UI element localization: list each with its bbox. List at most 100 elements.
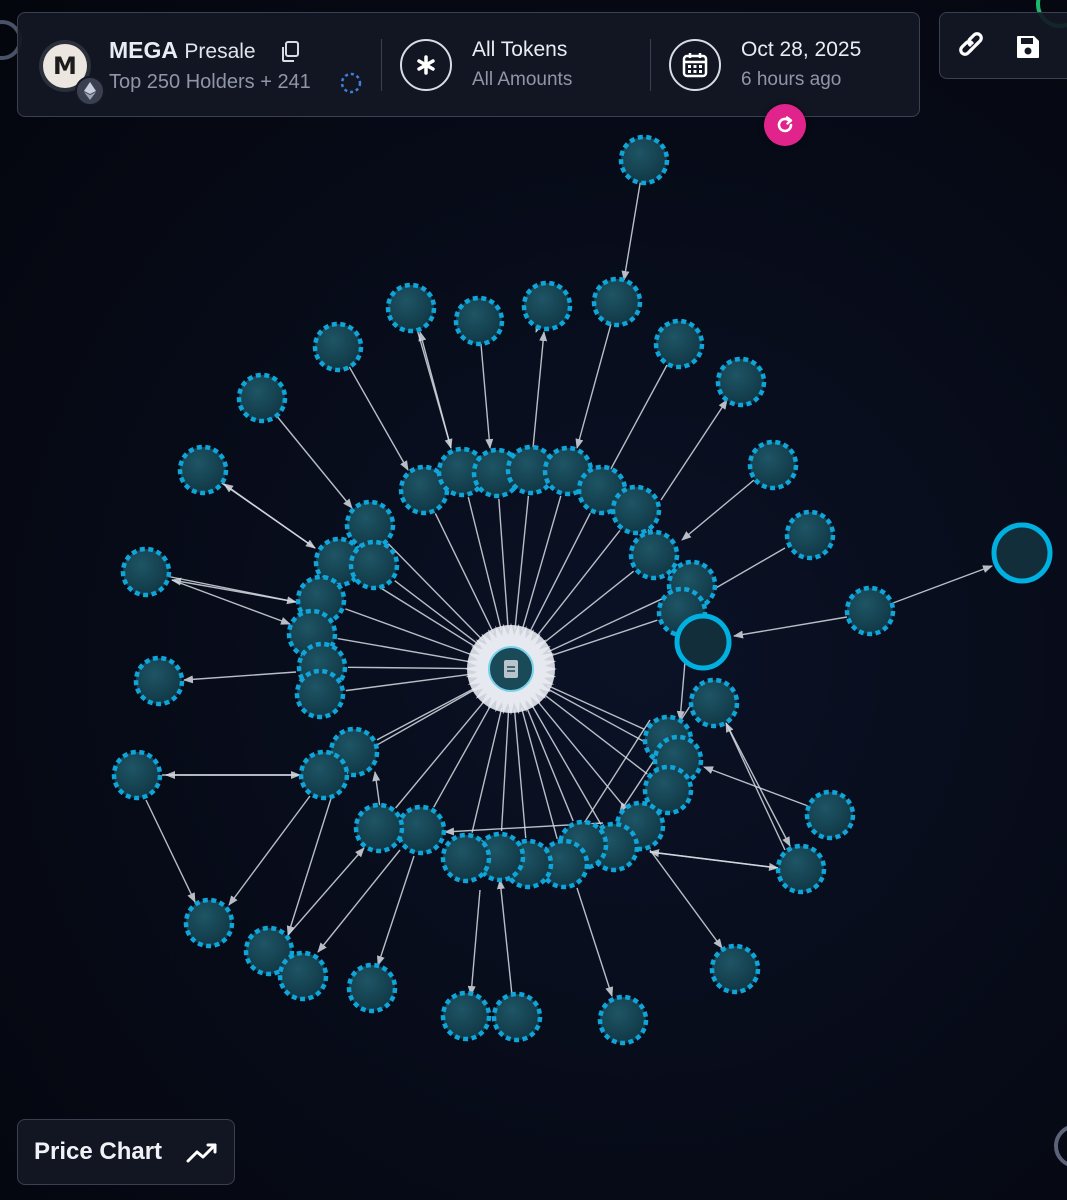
transfer-edge bbox=[535, 530, 621, 638]
transfer-arrow bbox=[496, 879, 513, 996]
divider bbox=[381, 39, 382, 91]
transfer-arrow bbox=[223, 483, 316, 549]
transfer-arrow bbox=[532, 331, 548, 449]
holder-node[interactable] bbox=[353, 802, 405, 854]
calendar-icon bbox=[682, 53, 708, 78]
transfer-arrow bbox=[725, 722, 791, 847]
holder-node[interactable] bbox=[346, 962, 398, 1014]
holder-node[interactable] bbox=[348, 539, 400, 591]
transfer-arrow bbox=[418, 331, 452, 449]
relative-time: 6 hours ago bbox=[741, 69, 842, 90]
holder-node[interactable] bbox=[591, 276, 643, 328]
holder-node[interactable] bbox=[440, 990, 492, 1042]
holder-node[interactable] bbox=[236, 372, 288, 424]
transfer-arrow bbox=[660, 399, 728, 501]
holder-node[interactable] bbox=[491, 991, 543, 1043]
price-chart-label: Price Chart bbox=[34, 1138, 163, 1165]
transfer-arrow bbox=[183, 671, 297, 684]
holder-node[interactable] bbox=[653, 318, 705, 370]
holder-node[interactable] bbox=[688, 677, 740, 729]
transfer-edge bbox=[345, 673, 472, 692]
transfer-edge bbox=[387, 543, 484, 641]
holder-node[interactable] bbox=[709, 943, 761, 995]
transfer-edge bbox=[394, 580, 480, 646]
transfer-arrow bbox=[681, 479, 755, 541]
edge-node-bottom-right[interactable] bbox=[1054, 1125, 1067, 1167]
transfer-edge bbox=[514, 495, 530, 630]
document-icon bbox=[504, 660, 518, 678]
holder-node[interactable] bbox=[597, 994, 649, 1046]
holder-node[interactable] bbox=[294, 668, 346, 720]
transfer-edge bbox=[535, 699, 625, 807]
holder-network-graph[interactable] bbox=[0, 0, 1067, 1200]
token-header-panel: M MEGA Presale Top 250 Holders + 241 All… bbox=[17, 12, 920, 117]
transfer-edge bbox=[337, 637, 472, 663]
transfer-edge bbox=[498, 498, 509, 630]
token-label: Presale bbox=[184, 40, 256, 63]
holder-node[interactable] bbox=[844, 585, 896, 637]
token-title: MEGA Presale bbox=[109, 37, 256, 64]
holder-node[interactable] bbox=[312, 321, 364, 373]
ethereum-icon bbox=[75, 76, 105, 106]
highlighted-holder-node[interactable] bbox=[991, 522, 1053, 584]
tokens-filter-title[interactable]: All Tokens bbox=[472, 38, 567, 62]
holder-node[interactable] bbox=[298, 749, 350, 801]
holder-node[interactable] bbox=[521, 280, 573, 332]
holder-node[interactable] bbox=[747, 439, 799, 491]
holder-node[interactable] bbox=[120, 546, 172, 598]
loading-spinner-icon bbox=[340, 72, 362, 94]
holder-node[interactable] bbox=[453, 295, 505, 347]
save-icon[interactable] bbox=[1012, 31, 1044, 63]
selected-date[interactable]: Oct 28, 2025 bbox=[741, 38, 861, 62]
transfer-edge bbox=[434, 513, 495, 634]
holder-node[interactable] bbox=[133, 655, 185, 707]
transfer-edge bbox=[513, 708, 527, 839]
transfer-arrow bbox=[605, 364, 668, 479]
transfer-arrow bbox=[287, 847, 365, 936]
holder-node[interactable] bbox=[183, 897, 235, 949]
holder-node[interactable] bbox=[775, 843, 827, 895]
price-chart-button[interactable]: Price Chart bbox=[17, 1119, 235, 1185]
refresh-button[interactable] bbox=[764, 104, 806, 146]
token-symbol: MEGA bbox=[109, 37, 178, 63]
transfer-edge bbox=[347, 666, 472, 670]
transfer-edge bbox=[376, 687, 476, 741]
trend-line-icon bbox=[186, 1143, 217, 1163]
holders-count[interactable]: Top 250 Holders + 241 bbox=[109, 71, 311, 94]
refresh-icon bbox=[777, 116, 793, 133]
transfer-arrow bbox=[377, 855, 415, 966]
transfer-edge bbox=[520, 707, 558, 840]
transfer-edge bbox=[471, 707, 503, 833]
highlighted-holder-node[interactable] bbox=[674, 613, 732, 671]
transfer-edge bbox=[530, 703, 602, 825]
transfer-arrow bbox=[228, 795, 311, 906]
tokens-filter-button[interactable] bbox=[400, 39, 452, 91]
holder-node[interactable] bbox=[618, 134, 670, 186]
date-picker-button[interactable] bbox=[669, 39, 721, 91]
center-contract-node[interactable] bbox=[467, 625, 555, 713]
transfer-arrow bbox=[467, 889, 481, 996]
holder-node[interactable] bbox=[385, 282, 437, 334]
holder-node[interactable] bbox=[111, 749, 163, 801]
holder-node[interactable] bbox=[177, 444, 229, 496]
holder-node[interactable] bbox=[395, 804, 447, 856]
holder-node[interactable] bbox=[440, 832, 492, 884]
transfer-arrow bbox=[145, 799, 196, 903]
copy-icon[interactable] bbox=[280, 41, 300, 63]
holder-node[interactable] bbox=[610, 484, 662, 536]
transfer-arrow bbox=[372, 771, 381, 809]
transfer-arrow bbox=[733, 616, 848, 639]
holder-node[interactable] bbox=[715, 356, 767, 408]
transfer-arrow bbox=[725, 722, 786, 851]
tokens-filter-subtitle[interactable]: All Amounts bbox=[472, 69, 572, 91]
holder-node[interactable] bbox=[804, 789, 856, 841]
holder-node[interactable] bbox=[784, 509, 836, 561]
link-icon[interactable] bbox=[958, 31, 990, 63]
transfer-arrow bbox=[649, 849, 723, 949]
holder-node[interactable] bbox=[277, 950, 329, 1002]
transfer-edge bbox=[500, 708, 510, 832]
holder-node[interactable] bbox=[628, 529, 680, 581]
divider bbox=[650, 39, 651, 91]
transfer-edge bbox=[547, 684, 645, 730]
transfer-arrow bbox=[171, 579, 291, 625]
